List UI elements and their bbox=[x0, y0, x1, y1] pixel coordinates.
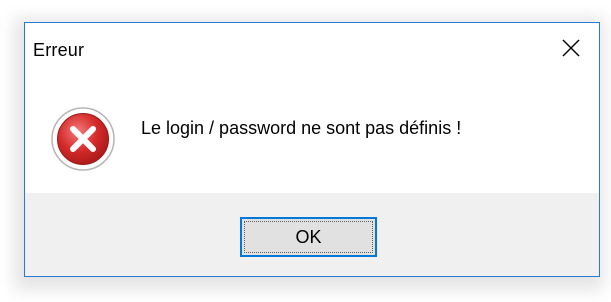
error-message: Le login / password ne sont pas définis … bbox=[141, 118, 462, 138]
ok-button-label: OK bbox=[295, 227, 322, 247]
dialog-content: Le login / password ne sont pas définis … bbox=[25, 81, 599, 193]
dialog-titlebar: Erreur bbox=[25, 23, 599, 81]
ok-button[interactable]: OK bbox=[240, 217, 377, 257]
close-button[interactable] bbox=[541, 23, 599, 73]
error-icon bbox=[51, 107, 115, 171]
close-icon bbox=[562, 39, 580, 57]
dialog-title: Erreur bbox=[33, 40, 85, 60]
dialog-footer: OK bbox=[25, 193, 599, 276]
error-dialog: Erreur Le login / password ne sont pas d… bbox=[24, 22, 600, 277]
